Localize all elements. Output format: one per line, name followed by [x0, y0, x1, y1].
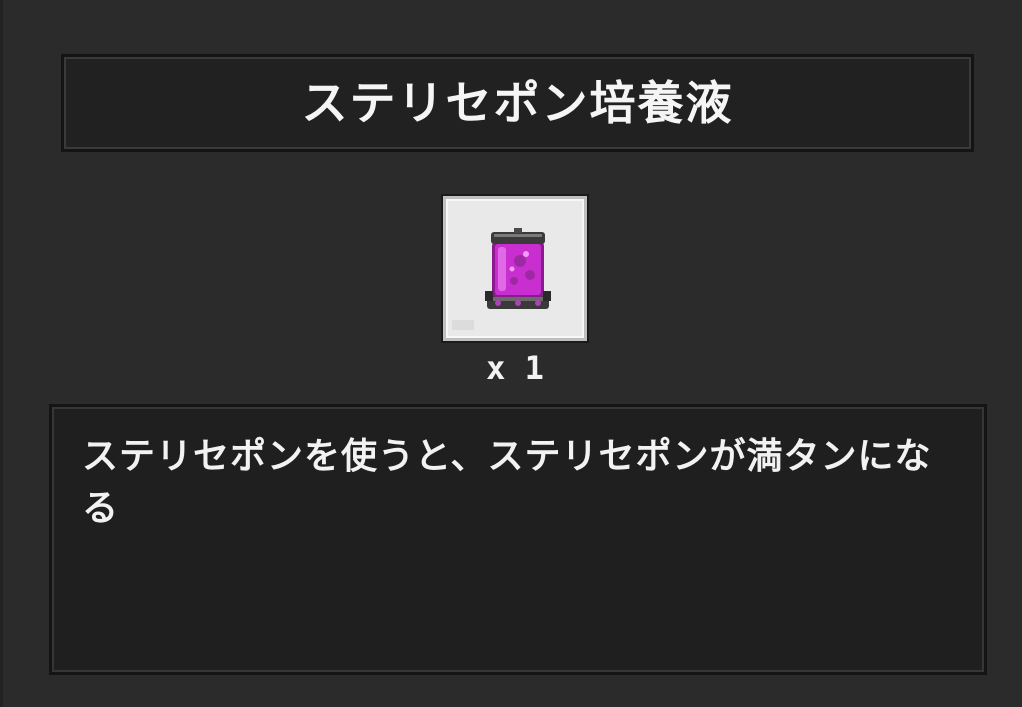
culture-canister-icon	[452, 228, 551, 330]
item-description: ステリセポンを使うと、ステリセポンが満タンになる	[82, 436, 932, 529]
item-description-box: ステリセポンを使うと、ステリセポンが満タンになる	[49, 404, 987, 675]
item-title-box: ステリセポン培養液	[61, 54, 974, 152]
item-title: ステリセポン培養液	[301, 76, 734, 130]
item-icon-slot[interactable]	[443, 196, 587, 341]
item-quantity: x 1	[486, 349, 544, 387]
left-panel-edge	[0, 0, 3, 707]
